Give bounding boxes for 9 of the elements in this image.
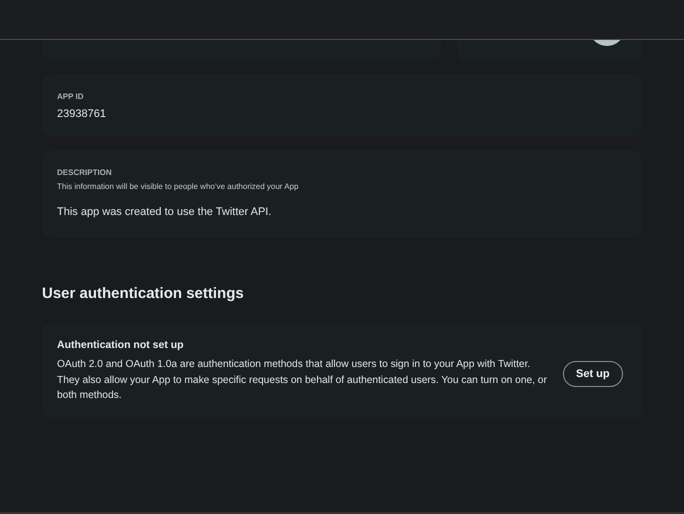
field-hint: This information will be visible to people who’ve authorized your App [57,182,300,191]
field-label: APP ID [57,92,85,101]
description-text: This app was created to use the Twitter API. [57,206,272,218]
app-id-value: 23938761 [57,108,107,120]
auth-title: Authentication not set up [57,339,185,351]
section-heading: User authentication settings [42,285,245,304]
field-label: DESCRIPTION [57,168,113,177]
set-up-button[interactable]: Set up [563,361,623,387]
auth-description: OAuth 2.0 and OAuth 1.0a are authentication methods that allow users to sign in to your App with Twitter. They also allow your App to make specific requests on behalf of authenticated users. You can turn on one, or both methods. [57,358,547,403]
